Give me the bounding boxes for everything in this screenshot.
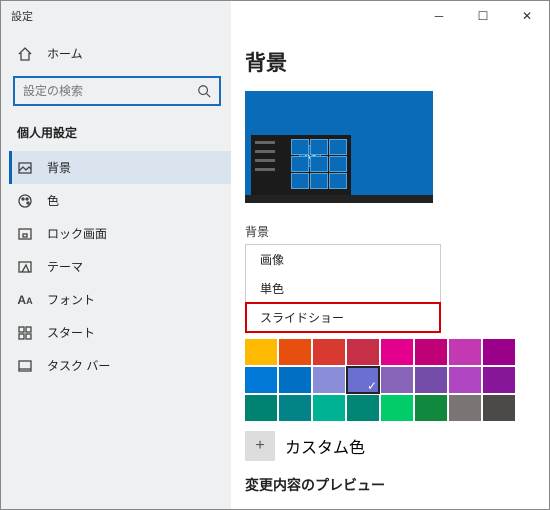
color-swatch[interactable]	[245, 339, 277, 365]
dropdown-option-slideshow[interactable]: スライドショー	[246, 303, 440, 332]
titlebar: 設定 ─ ☐ ✕	[1, 1, 549, 31]
sidebar-item-colors[interactable]: 色	[9, 184, 231, 217]
color-swatch[interactable]	[381, 367, 413, 393]
custom-color-label: カスタム色	[285, 434, 365, 458]
font-icon: AA	[17, 292, 33, 308]
picture-icon	[17, 160, 33, 176]
color-palette	[245, 339, 543, 421]
sidebar-item-label: テーマ	[47, 258, 83, 275]
sidebar-item-label: ロック画面	[47, 225, 107, 242]
custom-color-row[interactable]: + カスタム色	[245, 431, 543, 461]
window-title: 設定	[11, 8, 33, 24]
color-swatch[interactable]	[449, 339, 481, 365]
close-button[interactable]: ✕	[505, 1, 549, 31]
search-icon	[196, 83, 211, 99]
color-swatch[interactable]	[347, 367, 379, 393]
color-swatch[interactable]	[415, 395, 447, 421]
color-swatch[interactable]	[381, 395, 413, 421]
minimize-button[interactable]: ─	[417, 1, 461, 31]
sidebar-item-start[interactable]: スタート	[9, 316, 231, 349]
color-swatch[interactable]	[313, 367, 345, 393]
color-swatch[interactable]	[415, 339, 447, 365]
color-swatch[interactable]	[381, 339, 413, 365]
dropdown-option-solid[interactable]: 単色	[246, 274, 440, 303]
sidebar-item-background[interactable]: 背景	[9, 151, 231, 184]
theme-icon	[17, 259, 33, 275]
sidebar-item-label: タスク バー	[47, 357, 110, 374]
color-swatch[interactable]	[313, 339, 345, 365]
maximize-button[interactable]: ☐	[461, 1, 505, 31]
color-swatch[interactable]	[279, 367, 311, 393]
background-label: 背景	[245, 223, 543, 240]
color-swatch[interactable]	[449, 395, 481, 421]
lock-icon	[17, 226, 33, 242]
preview-section-title: 変更内容のプレビュー	[245, 475, 543, 495]
color-swatch[interactable]	[313, 395, 345, 421]
page-title: 背景	[245, 47, 543, 77]
content: 背景 Aa 背景 画像 単色 スライドショー + カスタム色 変更内容	[231, 31, 549, 509]
color-swatch[interactable]	[415, 367, 447, 393]
plus-icon[interactable]: +	[245, 431, 275, 461]
color-swatch[interactable]	[347, 395, 379, 421]
color-swatch[interactable]	[279, 339, 311, 365]
home-link[interactable]: ホーム	[9, 39, 231, 68]
sidebar-item-taskbar[interactable]: タスク バー	[9, 349, 231, 382]
background-dropdown[interactable]: 画像 単色 スライドショー	[245, 244, 441, 333]
sidebar-item-label: フォント	[47, 291, 95, 308]
section-title: 個人用設定	[9, 118, 231, 151]
sidebar-item-label: 色	[47, 192, 59, 209]
sidebar-item-themes[interactable]: テーマ	[9, 250, 231, 283]
sidebar-item-label: スタート	[47, 324, 95, 341]
sidebar-item-fonts[interactable]: AA フォント	[9, 283, 231, 316]
home-label: ホーム	[47, 45, 83, 62]
search-input[interactable]	[23, 84, 196, 98]
taskbar-icon	[17, 358, 33, 374]
search-box[interactable]	[13, 76, 221, 106]
color-swatch[interactable]	[347, 339, 379, 365]
color-swatch[interactable]	[279, 395, 311, 421]
color-swatch[interactable]	[483, 395, 515, 421]
color-swatch[interactable]	[245, 367, 277, 393]
sidebar: ホーム 個人用設定 背景 色 ロック画面 テーマ	[1, 31, 231, 509]
sidebar-item-lockscreen[interactable]: ロック画面	[9, 217, 231, 250]
desktop-preview: Aa	[245, 91, 433, 203]
dropdown-option-image[interactable]: 画像	[246, 245, 440, 274]
color-swatch[interactable]	[449, 367, 481, 393]
color-swatch[interactable]	[483, 339, 515, 365]
start-icon	[17, 325, 33, 341]
home-icon	[17, 46, 33, 62]
color-swatch[interactable]	[483, 367, 515, 393]
color-swatch[interactable]	[245, 395, 277, 421]
sidebar-item-label: 背景	[47, 159, 71, 176]
palette-icon	[17, 193, 33, 209]
